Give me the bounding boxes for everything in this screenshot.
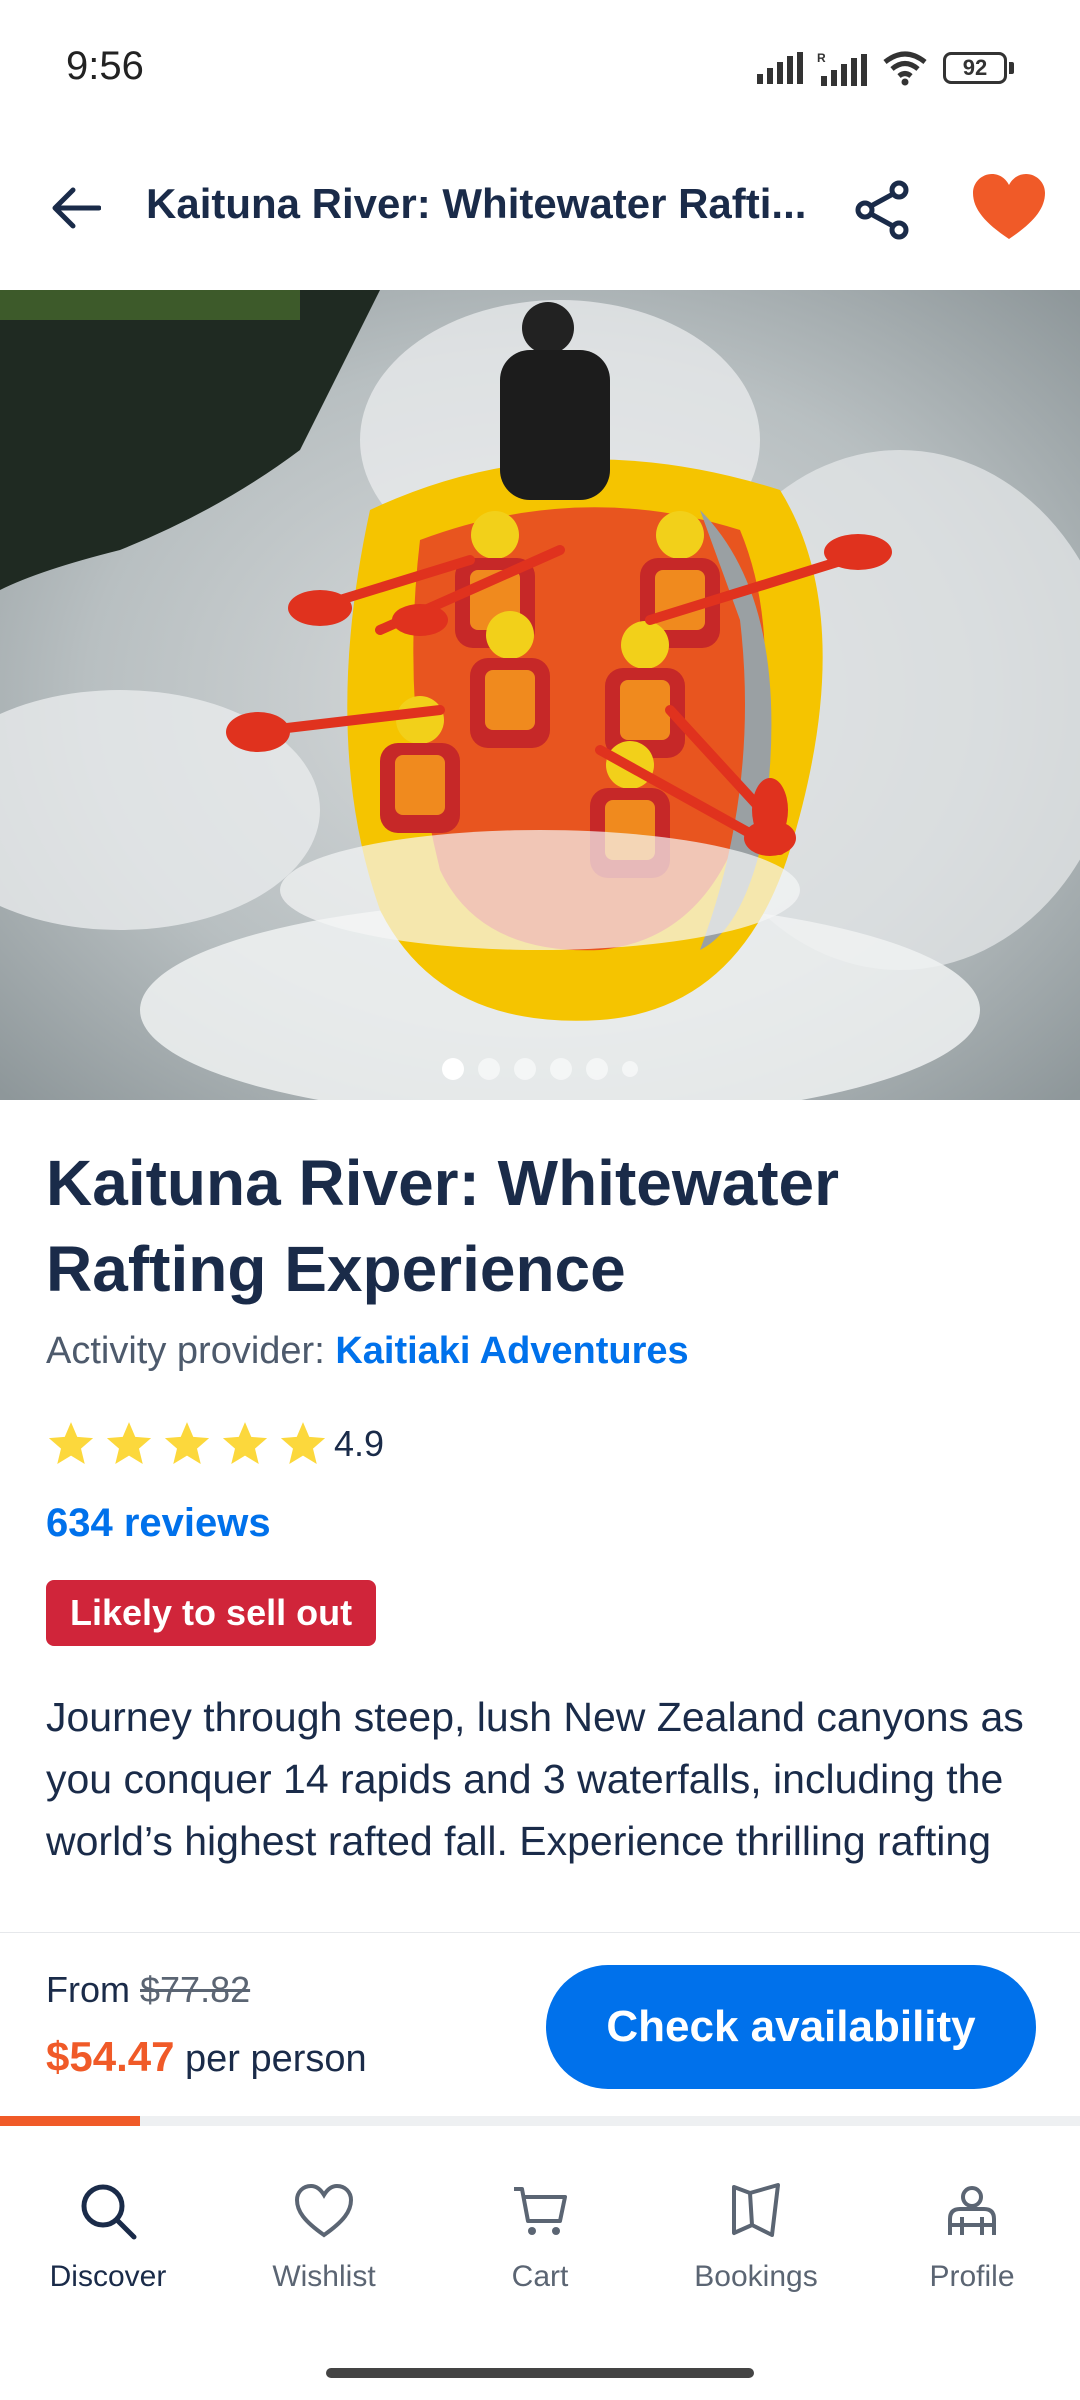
current-price-line: $54.47 per person bbox=[46, 2033, 367, 2081]
star-icon bbox=[280, 1422, 326, 1464]
provider-label: Activity provider: bbox=[46, 1330, 336, 1372]
nav-label: Profile bbox=[929, 2260, 1015, 2293]
profile-icon bbox=[948, 2186, 996, 2235]
arrow-left-icon bbox=[52, 187, 101, 229]
price-from: From $77.82 bbox=[46, 1969, 250, 2011]
back-button[interactable] bbox=[40, 173, 110, 243]
nav-wishlist[interactable]: Wishlist bbox=[216, 2126, 432, 2316]
share-button[interactable] bbox=[848, 170, 918, 250]
nav-label: Bookings bbox=[694, 2260, 818, 2293]
carousel-dot[interactable] bbox=[478, 1058, 500, 1080]
bottom-nav: Discover Wishlist Cart Bookings Profile bbox=[0, 2126, 1080, 2316]
carousel-dots bbox=[0, 1058, 1080, 1080]
signal-roaming-icon: R bbox=[817, 51, 867, 86]
cart-icon bbox=[514, 2187, 567, 2235]
status-icons: R 92 bbox=[757, 50, 1014, 86]
scroll-progress bbox=[0, 2116, 1080, 2126]
svg-text:R: R bbox=[817, 51, 826, 65]
nav-label: Wishlist bbox=[272, 2260, 376, 2293]
carousel-dot[interactable] bbox=[550, 1058, 572, 1080]
price-unit: per person bbox=[174, 2038, 367, 2080]
header-title: Kaituna River: Whitewater Rafti... bbox=[146, 180, 807, 227]
app-header: Kaituna River: Whitewater Rafti... bbox=[0, 140, 1080, 290]
activity-provider: Activity provider: Kaitiaki Adventures bbox=[46, 1330, 1046, 1373]
price-bar: From $77.82 $54.47 per person Check avai… bbox=[0, 1932, 1080, 2116]
activity-details: Kaituna River: Whitewater Rafting Experi… bbox=[46, 1140, 1046, 1886]
star-icon bbox=[222, 1422, 268, 1464]
activity-description: Journey through steep, lush New Zealand … bbox=[46, 1694, 1024, 1886]
bookings-icon bbox=[732, 2183, 780, 2237]
share-icon bbox=[855, 180, 909, 240]
rating-row: 4.9 bbox=[46, 1419, 1046, 1469]
heart-outline-icon bbox=[294, 2183, 354, 2238]
nav-profile[interactable]: Profile bbox=[864, 2126, 1080, 2316]
nav-bookings[interactable]: Bookings bbox=[648, 2126, 864, 2316]
rating-value: 4.9 bbox=[334, 1423, 385, 1464]
provider-link[interactable]: Kaitiaki Adventures bbox=[335, 1330, 688, 1372]
nav-cart[interactable]: Cart bbox=[432, 2126, 648, 2316]
carousel-dot[interactable] bbox=[586, 1058, 608, 1080]
favorite-button[interactable] bbox=[964, 162, 1054, 252]
sell-out-badge: Likely to sell out bbox=[46, 1580, 377, 1646]
activity-title: Kaituna River: Whitewater Rafting Experi… bbox=[46, 1147, 840, 1305]
nav-label: Cart bbox=[511, 2260, 569, 2293]
current-price: $54.47 bbox=[46, 2033, 175, 2080]
carousel-dot[interactable] bbox=[514, 1058, 536, 1080]
carousel-dot[interactable] bbox=[442, 1058, 464, 1080]
signal-icon bbox=[757, 52, 803, 84]
status-bar: 9:56 R 92 bbox=[0, 0, 1080, 140]
carousel-dot[interactable] bbox=[622, 1061, 638, 1077]
original-price: $77.82 bbox=[140, 1969, 251, 2010]
reviews-link[interactable]: 634 reviews bbox=[46, 1501, 1046, 1546]
home-indicator bbox=[326, 2368, 754, 2378]
star-rating bbox=[46, 1419, 328, 1469]
scroll-progress-fill bbox=[0, 2116, 141, 2126]
check-availability-button[interactable]: Check availability bbox=[546, 1965, 1036, 2089]
wifi-icon bbox=[883, 51, 927, 86]
nav-label: Discover bbox=[49, 2260, 167, 2293]
battery-indicator: 92 bbox=[943, 52, 1014, 84]
star-icon bbox=[48, 1422, 94, 1464]
rafting-photo bbox=[0, 290, 1080, 1100]
heart-filled-icon bbox=[973, 174, 1045, 239]
hero-image-carousel[interactable] bbox=[0, 290, 1080, 1100]
nav-discover[interactable]: Discover bbox=[0, 2126, 216, 2316]
battery-level: 92 bbox=[943, 52, 1007, 84]
status-time: 9:56 bbox=[66, 44, 144, 88]
search-icon bbox=[81, 2184, 137, 2240]
from-label: From bbox=[46, 1969, 140, 2010]
star-icon bbox=[106, 1422, 152, 1464]
star-icon bbox=[164, 1422, 210, 1464]
